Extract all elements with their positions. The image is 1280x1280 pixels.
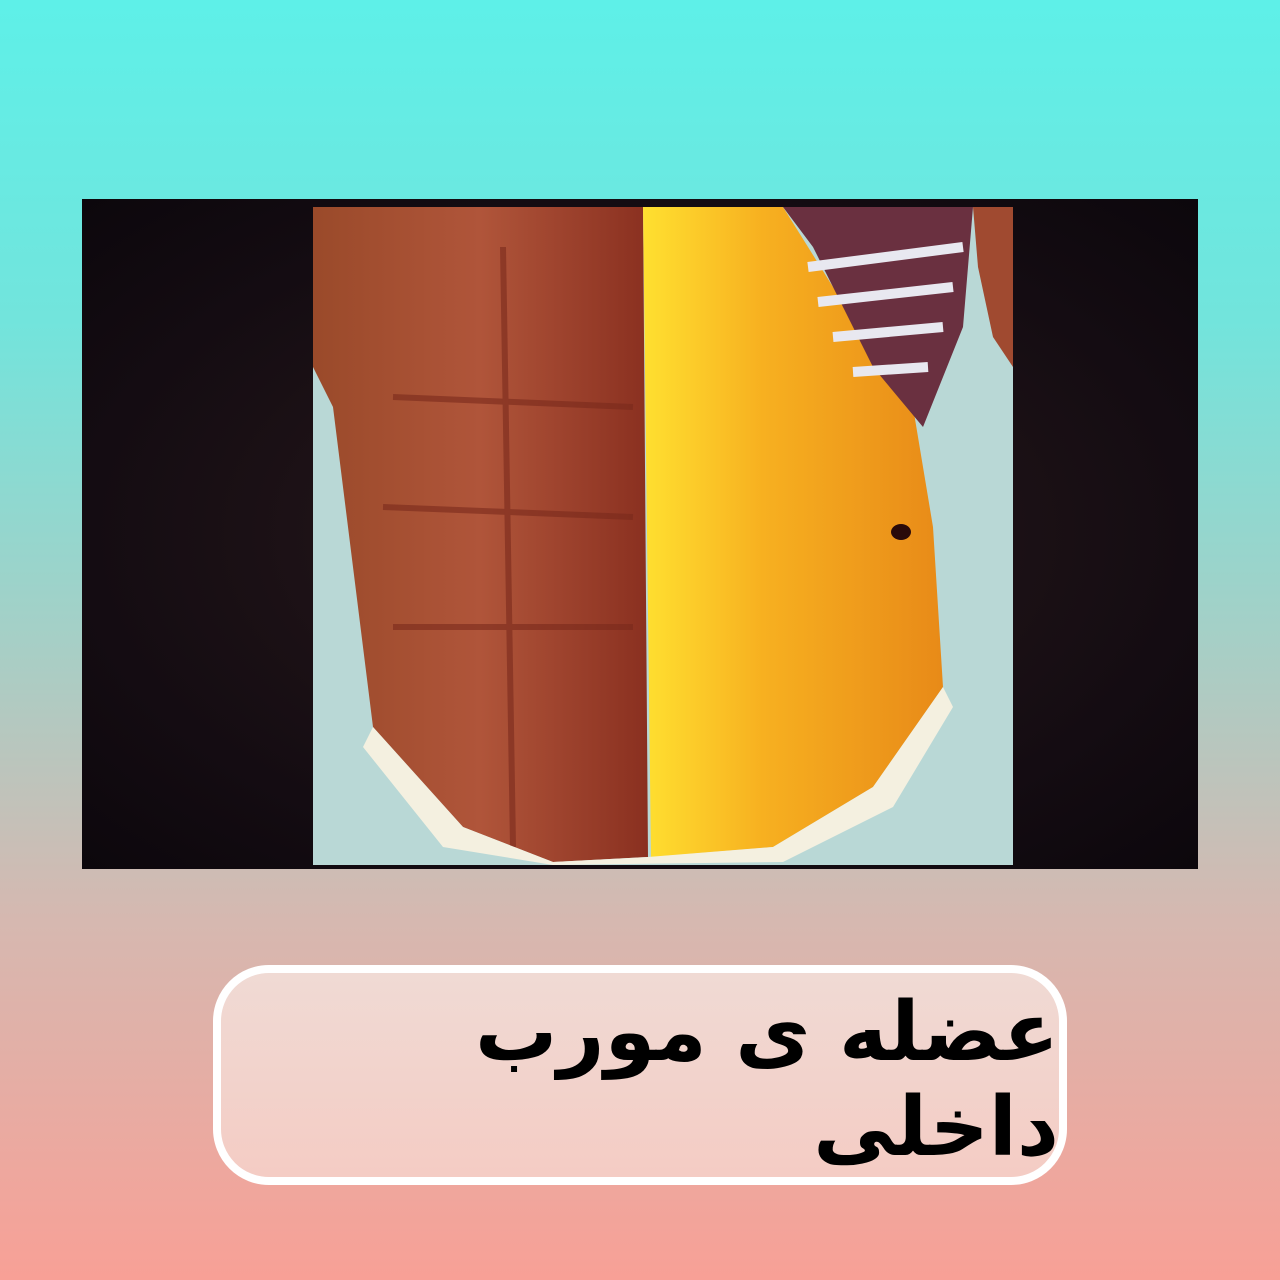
caption-box: عضله ی مورب داخلی — [213, 965, 1067, 1185]
caption-text: عضله ی مورب داخلی — [474, 985, 1059, 1175]
navel-marker — [891, 524, 911, 540]
abdominal-muscle-photo — [313, 207, 1013, 865]
muscle-illustration — [313, 207, 1013, 865]
